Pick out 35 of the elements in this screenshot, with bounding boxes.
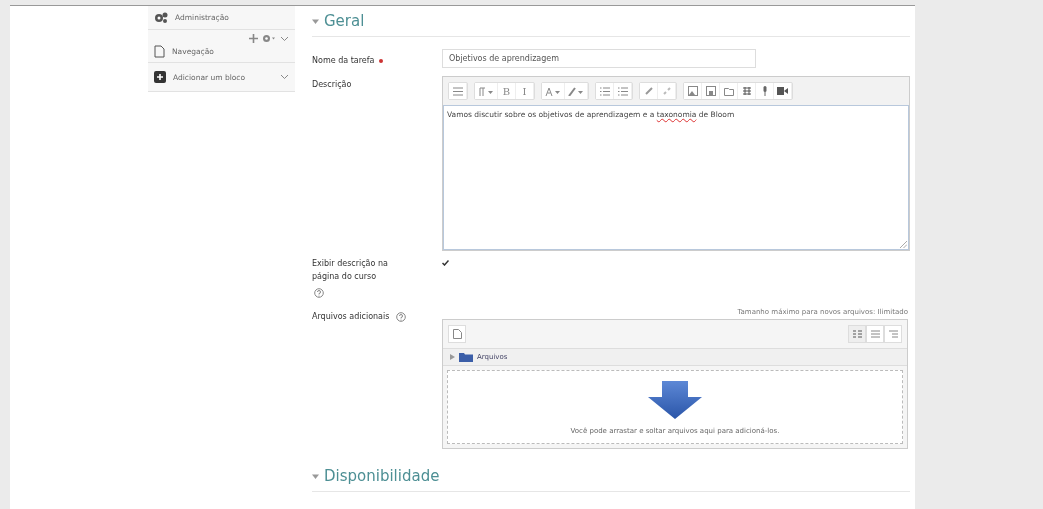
- help-icon[interactable]: [396, 312, 407, 322]
- video-camera-icon[interactable]: [774, 83, 792, 99]
- caret-icon: [312, 17, 319, 25]
- highlight-icon[interactable]: [565, 83, 588, 99]
- list-view-icon[interactable]: [866, 325, 884, 343]
- paragraph-icon[interactable]: [475, 83, 498, 99]
- section-header[interactable]: Geral: [312, 6, 910, 37]
- plus-square-icon: [154, 71, 166, 83]
- add-file-icon[interactable]: [448, 325, 466, 343]
- move-icon[interactable]: [249, 34, 258, 43]
- down-arrow-icon: [648, 381, 702, 419]
- chevron-icon[interactable]: [280, 35, 289, 42]
- input-field[interactable]: Objetivos de aprendizagem: [442, 49, 756, 68]
- section-header[interactable]: Disponibilidade: [312, 461, 910, 492]
- folder-icon: [459, 352, 473, 362]
- text-color-icon[interactable]: [542, 83, 565, 99]
- help-icon[interactable]: [314, 288, 324, 298]
- toolbar-toggle-icon[interactable]: [449, 83, 467, 99]
- link-icon[interactable]: [640, 83, 658, 99]
- field-label: Descrição: [312, 80, 352, 89]
- gear-icon[interactable]: [262, 34, 276, 43]
- grid-view-icon[interactable]: [848, 325, 866, 343]
- chevron-icon[interactable]: [280, 74, 289, 80]
- checkbox[interactable]: [442, 259, 449, 266]
- bullet-list-icon[interactable]: [596, 83, 614, 99]
- image-icon[interactable]: [684, 83, 702, 99]
- field-label: Nome da tarefa: [312, 56, 375, 65]
- page-icon: [154, 45, 165, 58]
- field-label: Exibir descrição na página do curso: [312, 258, 389, 283]
- resize-handle-icon[interactable]: [900, 241, 907, 248]
- tree-view-icon[interactable]: [884, 325, 902, 343]
- gears-icon: [154, 11, 168, 24]
- field-label: Arquivos adicionais: [312, 312, 390, 321]
- expand-icon[interactable]: [450, 354, 455, 360]
- caret-icon: [312, 472, 319, 480]
